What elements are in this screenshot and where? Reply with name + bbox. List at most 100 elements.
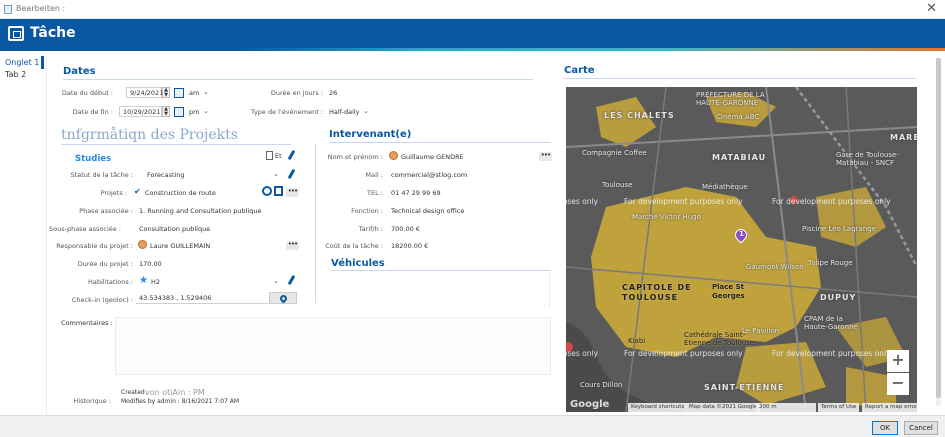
status-edit-pencil-icon[interactable] bbox=[287, 168, 296, 180]
map-label-capitole: CAPITOLE DE TOULOUSE bbox=[622, 283, 692, 302]
cancel-button[interactable]: Cancel bbox=[904, 421, 938, 435]
projects-value[interactable]: Construction de route bbox=[145, 189, 216, 197]
habilitations-value[interactable]: H2 bbox=[151, 278, 160, 286]
projects-more-icon[interactable]: ••• bbox=[286, 188, 299, 197]
map-label-piscine: Piscine Léo Lagrange bbox=[802, 225, 876, 233]
geoloc-button[interactable] bbox=[269, 292, 297, 304]
task-icon bbox=[8, 26, 24, 41]
checkin-input[interactable]: 43.534383 , 1.529406 bbox=[136, 293, 268, 304]
phase-value: 1. Running and Consultation publique bbox=[139, 207, 262, 215]
start-date-input[interactable]: 9/24/2021 bbox=[126, 87, 163, 98]
comments-textarea[interactable] bbox=[115, 317, 551, 375]
map-label-compagnie: Compagnie Coffee bbox=[582, 149, 647, 157]
intervenant-avatar bbox=[389, 151, 398, 160]
window-titlebar: Bearbeiten : ✕ bbox=[0, 0, 945, 19]
page-header: Tâche bbox=[0, 19, 945, 48]
map-label-efr: Cinéma ABC bbox=[716, 113, 760, 121]
history-line1: Created bbox=[121, 389, 145, 396]
event-type-chevron-icon[interactable]: ⌄ bbox=[363, 107, 369, 115]
map-underline bbox=[564, 78, 916, 79]
dev-watermark-2: For development purposes only bbox=[624, 197, 743, 206]
zoom-out-button[interactable]: − bbox=[887, 373, 909, 395]
map-label-kiabi: Kiabi bbox=[628, 337, 646, 345]
end-ampm-chevron-icon[interactable]: ⌄ bbox=[203, 107, 209, 115]
projects-label: Projets : bbox=[100, 189, 127, 197]
start-date-spinner[interactable]: ▲ ▼ bbox=[162, 87, 170, 98]
dialog-footer: OK Cancel bbox=[0, 415, 945, 437]
close-icon[interactable]: ✕ bbox=[926, 1, 937, 16]
projects-section-title: tnfgrmåtiqn des Projekts bbox=[61, 127, 238, 143]
map-label-dupuy: DUPUY bbox=[820, 293, 857, 302]
app-icon bbox=[4, 5, 12, 14]
duration-label: Durée en jours : bbox=[270, 89, 323, 97]
rate-value: 700.00 € bbox=[391, 225, 420, 233]
start-ampm-chevron-icon[interactable]: ⌄ bbox=[203, 88, 209, 96]
map-label-marengo: MAREN bbox=[890, 133, 917, 142]
end-ampm[interactable]: pm bbox=[189, 108, 199, 116]
name-label: Nom et prénom : bbox=[327, 153, 383, 161]
manager-more-icon[interactable]: ••• bbox=[286, 241, 299, 250]
terms-link[interactable]: Terms of Use bbox=[818, 403, 860, 412]
status-select[interactable]: Forecasting bbox=[147, 171, 185, 179]
map-label-chalets: LES CHALETS bbox=[604, 111, 675, 120]
history-line2: Modifies by admin : 8/16/2021 7:07 AM bbox=[121, 398, 240, 405]
tab-onglet-1[interactable]: Onglet 1 bbox=[5, 58, 39, 67]
checkin-label: Check-in (geoloc) : bbox=[71, 296, 133, 304]
map-label-cpam: CPAM de la Haute-Garonne bbox=[804, 315, 858, 331]
dev-watermark-3: For development purposes only bbox=[772, 197, 891, 206]
keyboard-shortcuts-link[interactable]: Keyboard shortcuts bbox=[628, 403, 688, 412]
map-label-cours: Cours Dillon bbox=[580, 381, 623, 389]
map-view[interactable]: poses only For development purposes only… bbox=[566, 87, 917, 412]
map-label-toulouse: Toulouse bbox=[602, 181, 633, 189]
subphase-value: Consultation publique bbox=[139, 225, 211, 233]
intervenant-more-icon[interactable]: ••• bbox=[539, 152, 552, 161]
start-date-label: Date du début : bbox=[61, 89, 113, 97]
manager-label: Responsable du projet : bbox=[56, 242, 133, 250]
project-duration-label: Durée du projet : bbox=[77, 260, 133, 268]
dev-watermark-6: For development purposes only bbox=[772, 349, 891, 358]
calendar-icon[interactable] bbox=[274, 186, 283, 196]
end-date-input[interactable]: 10/29/2021 bbox=[119, 106, 162, 117]
intervenant-section-title: Intervenant(e) bbox=[329, 129, 412, 140]
edit-pencil-icon[interactable] bbox=[287, 149, 296, 161]
event-type-select[interactable]: Half-daily bbox=[329, 108, 360, 116]
map-data-attribution: Map data ©2021 Google bbox=[686, 403, 761, 412]
mail-label: Mail : bbox=[365, 171, 383, 179]
cost-label: Coût de la tâche : bbox=[325, 242, 383, 250]
habilitations-chevron-icon[interactable]: ⌄ bbox=[273, 277, 279, 285]
end-date-label: Date de fin : bbox=[72, 108, 113, 116]
report-error-link[interactable]: Report a map error bbox=[862, 403, 917, 412]
status-chevron-icon[interactable]: ⌄ bbox=[273, 170, 279, 178]
dates-underline bbox=[63, 79, 533, 80]
habilitations-edit-pencil-icon[interactable] bbox=[287, 274, 296, 286]
scrollbar-thumb[interactable] bbox=[936, 58, 941, 398]
map-marker-number: 1 bbox=[739, 230, 744, 238]
map-label-mediatheque: Médiathèque bbox=[702, 183, 748, 191]
window-title: Bearbeiten : bbox=[16, 4, 66, 13]
intervenant-underline bbox=[329, 142, 551, 143]
start-calendar-icon[interactable] bbox=[174, 88, 184, 98]
tab-2[interactable]: Tab 2 bbox=[5, 70, 26, 79]
project-duration-value: 170.00 bbox=[139, 260, 162, 268]
tel-value: 01 47 29 99 69 bbox=[391, 189, 441, 197]
studies-badge: Et bbox=[275, 152, 282, 160]
map-section-title: Carte bbox=[564, 65, 595, 76]
map-label-gaumont: Gaumont Wilson bbox=[746, 263, 804, 271]
search-icon[interactable] bbox=[262, 186, 272, 196]
end-calendar-icon[interactable] bbox=[174, 107, 184, 117]
check-icon: ✔ bbox=[134, 187, 141, 196]
document-icon[interactable] bbox=[266, 151, 273, 160]
studies-subsection: Studies bbox=[75, 154, 112, 164]
vehicules-underline bbox=[331, 270, 551, 271]
manager-avatar bbox=[138, 240, 147, 249]
vertical-scrollbar[interactable] bbox=[936, 58, 941, 406]
ok-button[interactable]: OK bbox=[872, 421, 898, 435]
end-date-spinner[interactable]: ▲ ▼ bbox=[162, 106, 170, 117]
event-type-label: Type de l'événement : bbox=[251, 108, 323, 116]
zoom-in-button[interactable]: + bbox=[887, 350, 909, 372]
vehicules-section-title: Véhicules bbox=[331, 258, 385, 269]
start-ampm[interactable]: am bbox=[189, 89, 199, 97]
mail-value[interactable]: commercial@stlog.com bbox=[391, 171, 467, 179]
map-label-marche: Marché Victor Hugo bbox=[632, 213, 701, 221]
status-label: Statut de la tâche : bbox=[70, 171, 133, 179]
